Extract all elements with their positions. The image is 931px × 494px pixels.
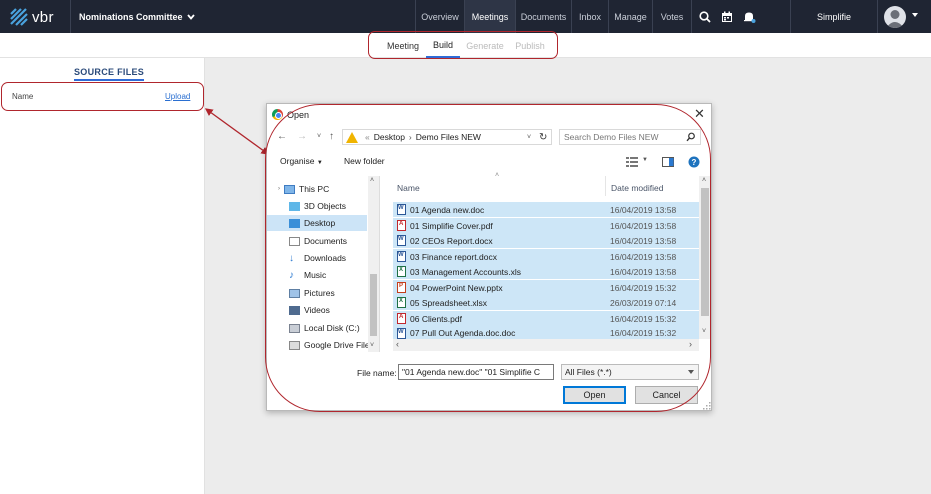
annotation-arrow bbox=[204, 108, 270, 155]
nav-meetings-label: Meetings bbox=[471, 11, 509, 22]
nav-overview[interactable]: Overview bbox=[415, 0, 464, 33]
nav-inbox[interactable]: Inbox bbox=[571, 0, 608, 33]
nav-documents-label: Documents bbox=[520, 11, 567, 22]
top-nav-bar: vbr Nominations Committee Overview Meeti… bbox=[0, 0, 931, 33]
nav-votes-label: Votes bbox=[660, 11, 684, 22]
avatar[interactable] bbox=[884, 6, 906, 28]
vbr-logo[interactable]: vbr bbox=[10, 8, 54, 26]
committee-name: Nominations Committee bbox=[79, 11, 183, 22]
vbr-logo-icon bbox=[10, 8, 28, 26]
committee-selector[interactable]: Nominations Committee bbox=[70, 0, 195, 33]
source-files-title: SOURCE FILES bbox=[74, 67, 145, 81]
annotation-box-dialog bbox=[265, 104, 711, 412]
logo-text: vbr bbox=[32, 8, 54, 26]
nav-manage-label: Manage bbox=[614, 11, 647, 22]
resize-grip-icon[interactable] bbox=[703, 402, 711, 410]
nav-overview-label: Overview bbox=[421, 11, 459, 22]
annotation-box-upload bbox=[1, 82, 204, 111]
account-caret-icon[interactable] bbox=[912, 13, 918, 17]
close-icon[interactable]: ✕ bbox=[694, 106, 705, 122]
account-label: Simplifie bbox=[816, 11, 851, 22]
nav-votes[interactable]: Votes bbox=[652, 0, 692, 33]
annotation-box-tabs bbox=[368, 31, 558, 59]
source-files-panel: SOURCE FILES Name Upload bbox=[0, 58, 205, 494]
search-icon[interactable] bbox=[698, 10, 712, 24]
nav-meetings[interactable]: Meetings bbox=[464, 0, 515, 33]
bell-icon[interactable] bbox=[742, 10, 756, 24]
chevron-down-icon bbox=[186, 13, 195, 20]
nav-manage[interactable]: Manage bbox=[608, 0, 652, 33]
nav-documents[interactable]: Documents bbox=[515, 0, 571, 33]
account-name[interactable]: Simplifie bbox=[790, 0, 878, 33]
user-avatar-icon bbox=[886, 10, 904, 28]
nav-inbox-label: Inbox bbox=[578, 11, 602, 22]
calendar-icon[interactable] bbox=[720, 10, 734, 24]
